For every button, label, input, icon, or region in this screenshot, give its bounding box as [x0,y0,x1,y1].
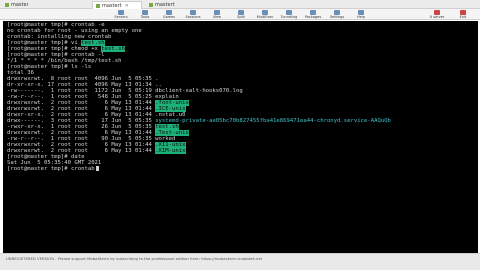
toolbar-sessions[interactable]: Sessions [182,9,204,20]
terminal-icon [5,2,9,7]
terminal-line: [root@master tmp]# crontab [7,166,99,172]
session-tab-1[interactable]: mastert [2,1,28,9]
toolbar-label: Exit [459,15,467,19]
toolbar-split[interactable]: Split [230,9,252,20]
toolbar-label: Sessions [185,15,201,19]
toolbar-label: MultiExec [256,15,274,19]
text-cursor [95,166,99,171]
main-toolbar: Servers Tools Games Sessions View Split … [0,9,480,20]
toolbar-tunneling[interactable]: Tunneling [278,9,300,20]
toolbar-label: View [212,15,222,19]
toolbar-xserver[interactable]: X server [426,9,448,20]
file-name: test.sh [101,46,125,52]
toolbar-label: Split [237,15,245,19]
toolbar-exit[interactable]: Exit [452,9,474,20]
terminal-pane[interactable]: [root@master tmp]# crontab -e no crontab … [3,21,478,253]
tab-label: mastert [155,2,175,8]
session-tab-3[interactable]: mastert [146,1,176,9]
toolbar-label: Servers [114,15,128,19]
file-name: .XIM-unix [155,148,186,154]
terminal-icon [149,2,153,7]
toolbar-view[interactable]: View [206,9,228,20]
toolbar-label: Tunneling [280,15,298,19]
toolbar-label: Tools [140,15,150,19]
toolbar-label: X server [429,15,445,19]
toolbar-label: Settings [329,15,345,19]
status-text: UNREGISTERED VERSION - Please support Mo… [6,256,263,261]
toolbar-label: Packages [304,15,322,19]
tab-bar: mastert mastert✕ mastert [0,0,480,9]
file-name: systemd-private-ae05bc70b827455fba41e869… [155,118,391,124]
toolbar-games[interactable]: Games [158,9,180,20]
terminal-icon [96,3,100,8]
toolbar-label: Help [357,15,365,19]
toolbar-help[interactable]: Help [350,9,372,20]
tab-label: mastert [11,2,28,8]
session-tab-2[interactable]: mastert ✕ [92,1,142,9]
toolbar-packages[interactable]: Packages [302,9,324,20]
toolbar-settings[interactable]: Settings [326,9,348,20]
toolbar-multiexec[interactable]: MultiExec [254,9,276,20]
toolbar-tools[interactable]: Tools [134,9,156,20]
toolbar-label: Games [162,15,176,19]
toolbar-servers[interactable]: Servers [110,9,132,20]
status-bar: UNREGISTERED VERSION - Please support Mo… [0,253,480,270]
